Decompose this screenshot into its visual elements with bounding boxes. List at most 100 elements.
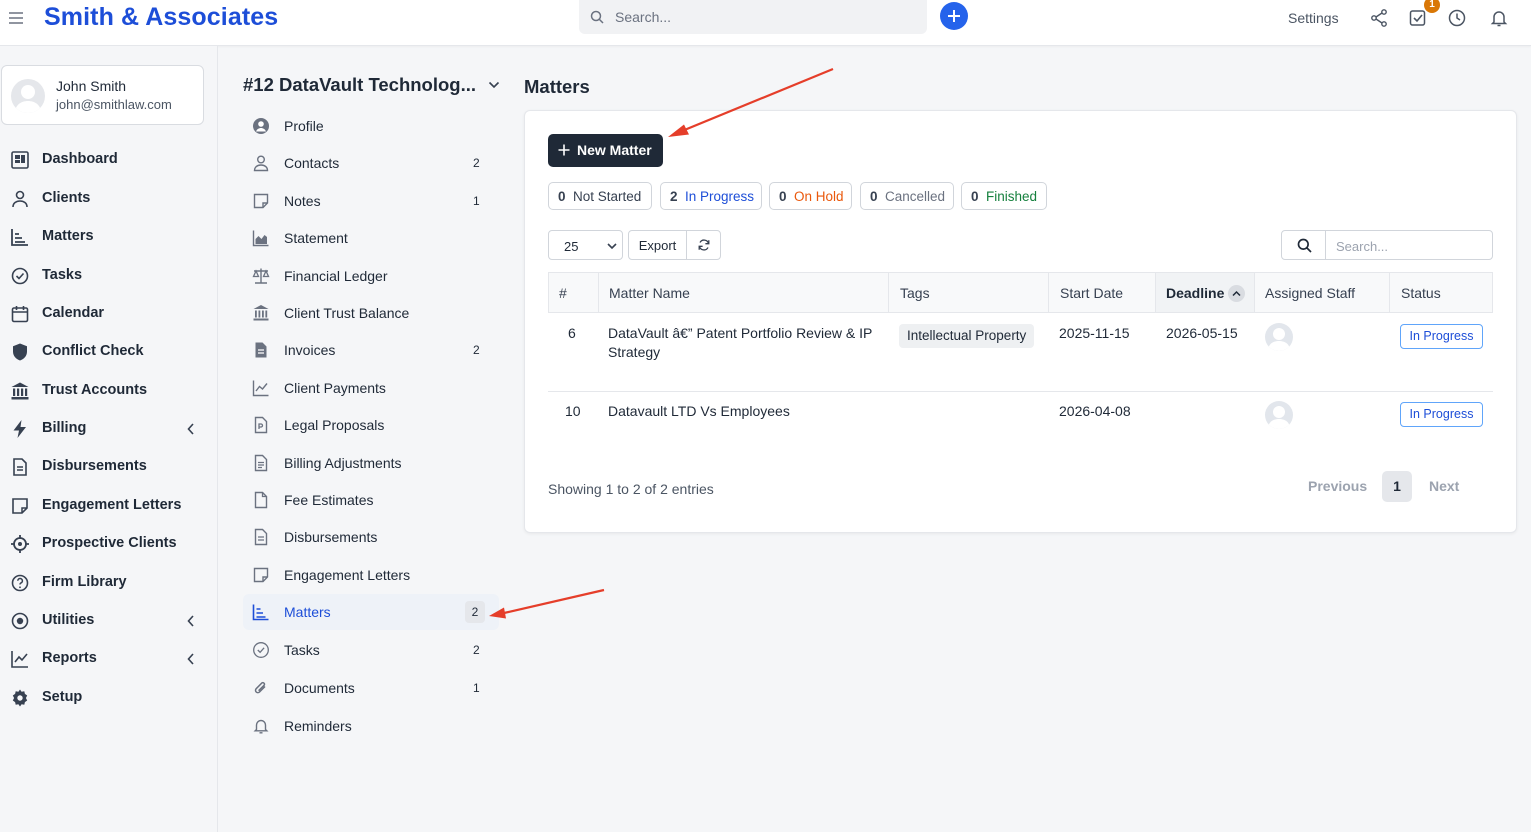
client-menu-invoices[interactable]: Invoices 2: [243, 332, 499, 368]
global-search[interactable]: [579, 0, 927, 34]
matter-name-link[interactable]: Strategy: [608, 344, 660, 360]
client-menu-legal-proposals[interactable]: Legal Proposals: [243, 407, 499, 443]
client-menu-notes[interactable]: Notes 1: [243, 183, 499, 219]
client-menu-count: 2: [473, 156, 480, 170]
client-menu-reminders[interactable]: Reminders: [243, 708, 499, 744]
column-header-tags[interactable]: Tags: [889, 273, 1049, 312]
client-menu-client-trust-balance[interactable]: Client Trust Balance: [243, 295, 499, 331]
paperclip-icon: [254, 681, 266, 694]
column-header-deadline[interactable]: Deadline: [1156, 273, 1255, 312]
export-button[interactable]: Export: [628, 230, 687, 260]
sidebar-item-label: Clients: [42, 190, 91, 206]
sidebar-item-clients[interactable]: Clients: [0, 182, 218, 216]
sidebar-item-label: Firm Library: [42, 574, 127, 590]
client-menu-count: 2: [473, 643, 480, 657]
sidebar-item-matters[interactable]: Matters: [0, 220, 218, 254]
client-menu-financial-ledger[interactable]: Financial Ledger: [243, 258, 499, 294]
sidebar-item-prospective-clients[interactable]: Prospective Clients: [0, 527, 218, 561]
client-menu-label: Engagement Letters: [284, 567, 411, 583]
sidebar-item-calendar[interactable]: Calendar: [0, 297, 218, 331]
status-badge: In Progress: [1400, 402, 1483, 427]
document-icon: [254, 491, 268, 509]
client-menu-statement[interactable]: Statement: [243, 220, 499, 256]
filter-count: 0: [971, 189, 979, 204]
column-header-assigned-staff[interactable]: Assigned Staff: [1255, 273, 1390, 312]
sidebar-item-billing[interactable]: Billing: [0, 412, 218, 446]
bell-icon: [253, 719, 269, 734]
filter-cancelled[interactable]: 0 Cancelled: [860, 182, 954, 210]
client-title[interactable]: #12 DataVault Technolog...: [243, 74, 476, 96]
sidebar-item-firm-library[interactable]: Firm Library: [0, 566, 218, 600]
user-email: john@smithlaw.com: [56, 97, 172, 112]
client-menu-tasks[interactable]: Tasks 2: [243, 632, 499, 668]
column-header-start-date[interactable]: Start Date: [1049, 273, 1156, 312]
filter-not-started[interactable]: 0 Not Started: [548, 182, 652, 210]
sidebar-item-label: Reports: [42, 650, 97, 666]
chevron-left-icon: [187, 653, 194, 665]
pagination-previous[interactable]: Previous: [1308, 478, 1367, 494]
refresh-button[interactable]: [686, 230, 721, 260]
pagination-next[interactable]: Next: [1429, 478, 1459, 494]
client-menu-disbursements[interactable]: Disbursements: [243, 519, 499, 555]
sidebar-item-label: Utilities: [42, 612, 95, 628]
sidebar-item-conflict-check[interactable]: Conflict Check: [0, 335, 218, 369]
brand-logo[interactable]: Smith & Associates: [44, 3, 278, 32]
sidebar-item-setup[interactable]: Setup: [0, 681, 218, 715]
gear-icon: [12, 689, 28, 707]
filter-finished[interactable]: 0 Finished: [961, 182, 1047, 210]
filter-label: Finished: [986, 189, 1038, 204]
user-icon: [253, 155, 269, 172]
sidebar-item-trust-accounts[interactable]: Trust Accounts: [0, 374, 218, 408]
document-lines-icon: [254, 454, 268, 472]
column-header-matter-name[interactable]: Matter Name: [599, 273, 889, 312]
client-menu-client-payments[interactable]: Client Payments: [243, 370, 499, 406]
table-search[interactable]: [1281, 230, 1493, 260]
share-icon[interactable]: [1369, 8, 1389, 28]
client-menu-billing-adjustments[interactable]: Billing Adjustments: [243, 445, 499, 481]
menu-icon[interactable]: [8, 10, 24, 26]
user-card[interactable]: John Smith john@smithlaw.com: [1, 65, 204, 125]
client-menu-count: 2: [465, 601, 485, 623]
column-header-id[interactable]: #: [549, 273, 599, 312]
avatar: [11, 79, 45, 113]
bank-icon: [253, 305, 269, 321]
filter-in-progress[interactable]: 2 In Progress: [660, 182, 762, 210]
tasks-checkbox-icon[interactable]: [1408, 8, 1428, 28]
pagination-page-1[interactable]: 1: [1382, 471, 1412, 502]
client-menu-count: 2: [473, 343, 480, 357]
column-header-status[interactable]: Status: [1390, 273, 1492, 312]
clock-icon[interactable]: [1447, 8, 1467, 28]
matter-name-link[interactable]: Datavault LTD Vs Employees: [608, 403, 790, 419]
table-search-input[interactable]: [1336, 237, 1486, 255]
bolt-icon: [13, 420, 26, 438]
sort-ascending-icon[interactable]: [1228, 285, 1245, 302]
new-matter-button[interactable]: New Matter: [548, 134, 663, 167]
sidebar-item-engagement-letters[interactable]: Engagement Letters: [0, 489, 218, 523]
note-icon: [12, 498, 28, 514]
sidebar-item-disbursements[interactable]: Disbursements: [0, 450, 218, 484]
client-menu-fee-estimates[interactable]: Fee Estimates: [243, 482, 499, 518]
notification-badge: 1: [1424, 0, 1440, 13]
bell-icon[interactable]: [1489, 8, 1509, 28]
client-menu-label: Contacts: [284, 155, 340, 171]
client-menu-documents[interactable]: Documents 1: [243, 670, 499, 706]
filter-on-hold[interactable]: 0 On Hold: [769, 182, 852, 210]
client-menu-profile[interactable]: Profile: [243, 108, 499, 144]
main-sidebar: John Smith john@smithlaw.com Dashboard C…: [0, 46, 218, 832]
matter-name-link[interactable]: DataVault â€” Patent Portfolio Review & …: [608, 325, 872, 341]
client-menu-matters[interactable]: Matters 2: [243, 594, 499, 630]
quick-add-button[interactable]: [940, 2, 968, 30]
client-menu-engagement-letters[interactable]: Engagement Letters: [243, 557, 499, 593]
page-length-select[interactable]: 25: [548, 230, 623, 260]
chevron-down-icon[interactable]: [488, 80, 500, 90]
sidebar-item-tasks[interactable]: Tasks: [0, 259, 218, 293]
search-icon: [590, 10, 604, 24]
sidebar-item-dashboard[interactable]: Dashboard: [0, 143, 218, 177]
sidebar-item-utilities[interactable]: Utilities: [0, 604, 218, 638]
settings-link[interactable]: Settings: [1288, 10, 1339, 26]
client-menu-contacts[interactable]: Contacts 2: [243, 145, 499, 181]
sidebar-item-reports[interactable]: Reports: [0, 642, 218, 676]
filter-label: Not Started: [573, 189, 642, 204]
global-search-input[interactable]: [615, 7, 905, 27]
note-icon: [253, 567, 269, 583]
